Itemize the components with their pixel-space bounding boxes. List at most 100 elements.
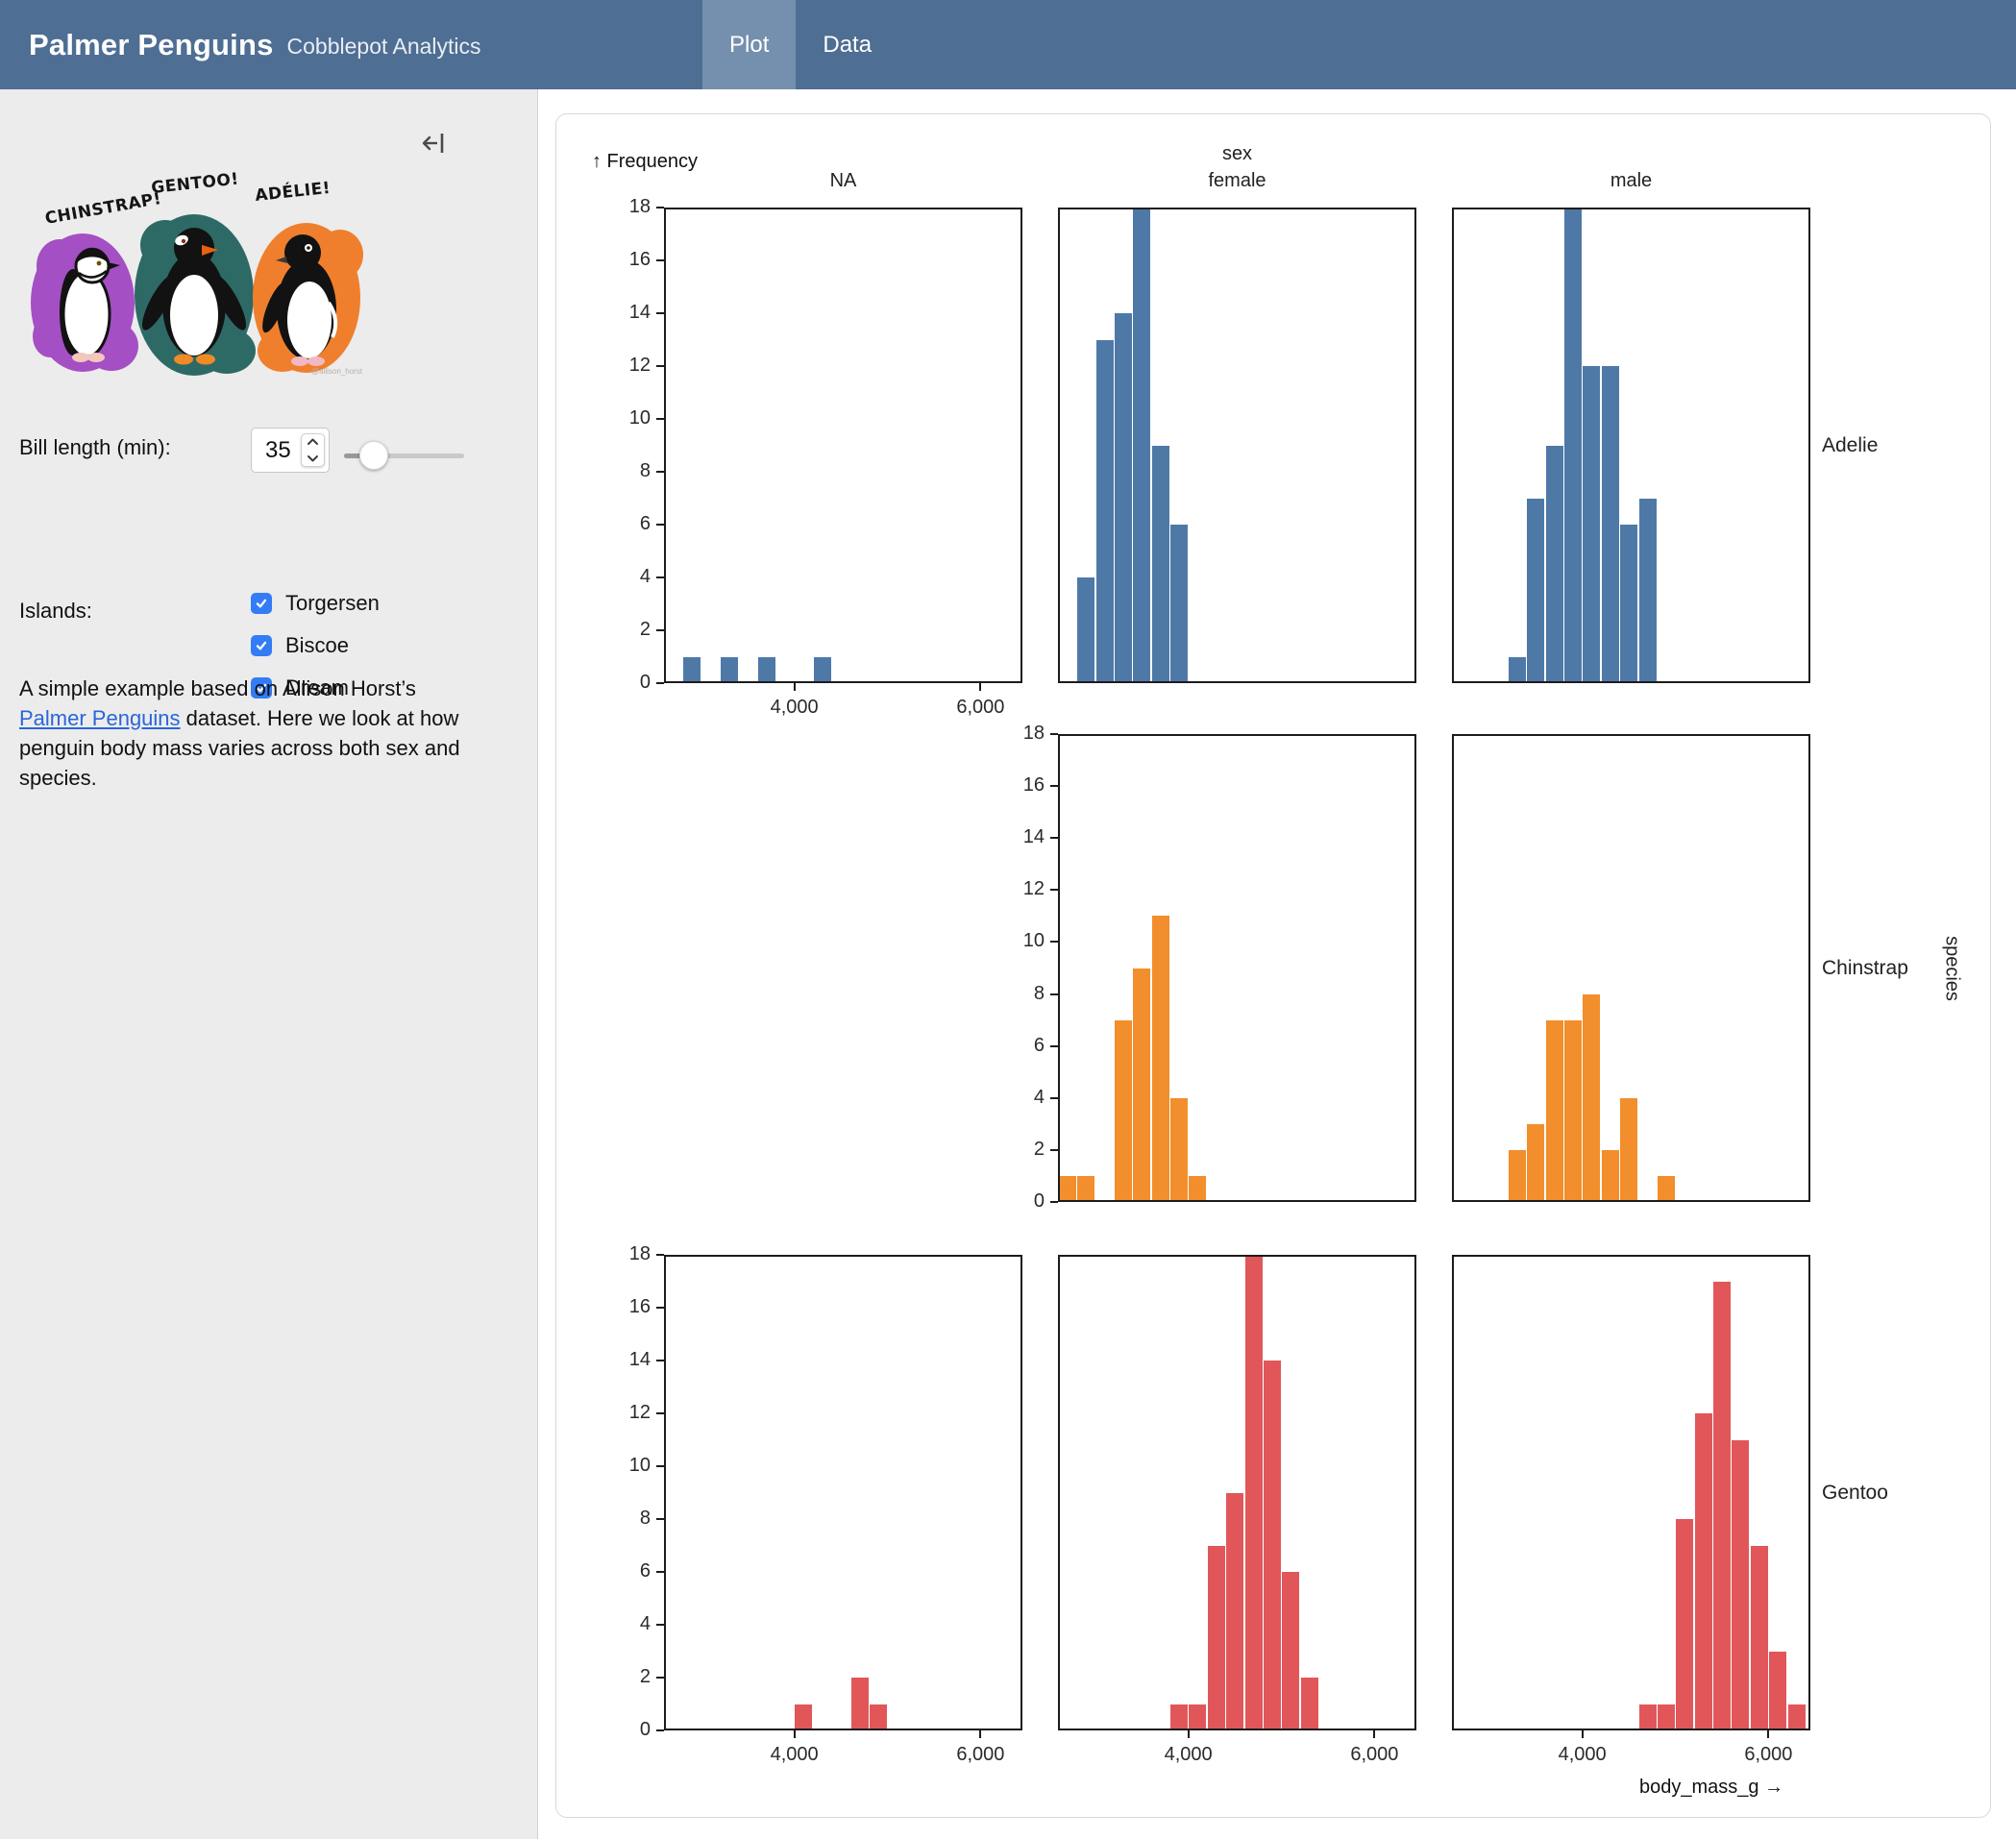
y-tick bbox=[656, 1677, 664, 1679]
island-checkbox-torgersen[interactable]: Torgersen bbox=[251, 589, 380, 618]
y-tick bbox=[1050, 733, 1058, 735]
y-tick bbox=[1050, 1201, 1058, 1203]
y-tick bbox=[1050, 1045, 1058, 1047]
x-tick bbox=[1767, 1730, 1769, 1738]
app-window: Palmer Penguins Cobblepot Analytics Plot… bbox=[0, 0, 2016, 1839]
checkbox-checked-icon[interactable] bbox=[251, 635, 272, 656]
y-tick bbox=[656, 1571, 664, 1573]
facet-frame-adelie-na bbox=[664, 208, 1022, 683]
y-tick-label: 12 bbox=[604, 355, 651, 377]
island-checkbox-label: Biscoe bbox=[285, 633, 349, 658]
col-header-NA: NA bbox=[830, 170, 857, 192]
y-tick bbox=[656, 1254, 664, 1256]
y-tick-label: 2 bbox=[604, 619, 651, 641]
facet-frame-chinstrap-female bbox=[1058, 734, 1416, 1202]
row-label-Adelie: Adelie bbox=[1822, 434, 1878, 457]
x-tick-label: 4,000 bbox=[737, 1744, 852, 1766]
checkbox-checked-icon[interactable] bbox=[251, 593, 272, 614]
sidebar: CHINSTRAP! GENTOO! ADÉLIE! @allison_hors… bbox=[0, 89, 538, 1839]
y-tick-label: 16 bbox=[998, 774, 1045, 797]
y-tick bbox=[656, 312, 664, 314]
artwork-credit: @allison_horst bbox=[311, 367, 363, 376]
x-tick-label: 6,000 bbox=[922, 697, 1038, 719]
y-tick-label: 0 bbox=[998, 1190, 1045, 1213]
y-tick bbox=[656, 1624, 664, 1626]
y-tick bbox=[656, 682, 664, 684]
y-tick-label: 8 bbox=[998, 983, 1045, 1005]
stepper-up-icon bbox=[302, 434, 324, 451]
y-tick-label: 6 bbox=[604, 513, 651, 535]
x-tick-label: 6,000 bbox=[1316, 1744, 1432, 1766]
x-tick bbox=[1582, 1730, 1584, 1738]
y-tick bbox=[1050, 993, 1058, 995]
x-tick-label: 4,000 bbox=[737, 697, 852, 719]
y-tick-label: 18 bbox=[604, 196, 651, 218]
y-tick bbox=[1050, 941, 1058, 943]
navbar-title-group: Palmer Penguins Cobblepot Analytics bbox=[29, 0, 481, 89]
y-tick bbox=[1050, 1097, 1058, 1099]
sidebar-collapse-icon[interactable] bbox=[420, 130, 447, 157]
label-adelie: ADÉLIE! bbox=[254, 177, 332, 206]
facet-frame-chinstrap-male bbox=[1452, 734, 1810, 1202]
x-tick-label: 6,000 bbox=[1710, 1744, 1826, 1766]
stepper-down-icon bbox=[302, 451, 324, 467]
y-tick-label: 14 bbox=[604, 302, 651, 324]
y-tick-label: 16 bbox=[604, 249, 651, 271]
description-text-pre: A simple example based on Allison Horst’… bbox=[19, 676, 416, 700]
label-chinstrap: CHINSTRAP! bbox=[43, 189, 162, 229]
y-tick bbox=[656, 1360, 664, 1361]
tab-data[interactable]: Data bbox=[796, 0, 898, 89]
bill-length-slider[interactable] bbox=[344, 441, 464, 470]
slider-thumb[interactable] bbox=[359, 441, 388, 470]
y-tick-label: 8 bbox=[604, 1508, 651, 1530]
y-tick bbox=[1050, 889, 1058, 891]
y-tick bbox=[656, 524, 664, 526]
y-tick bbox=[656, 1307, 664, 1309]
y-tick bbox=[1050, 1149, 1058, 1151]
y-tick-label: 18 bbox=[998, 723, 1045, 745]
y-tick bbox=[656, 207, 664, 208]
plot-card: ↑ FrequencysexNAfemalemaleAdelieChinstra… bbox=[555, 113, 1991, 1818]
x-axis-title: body_mass_g → bbox=[1639, 1777, 1783, 1799]
sidebar-description: A simple example based on Allison Horst’… bbox=[19, 674, 475, 793]
row-label-Chinstrap: Chinstrap bbox=[1822, 957, 1908, 980]
facet-frame-adelie-male bbox=[1452, 208, 1810, 683]
col-header-male: male bbox=[1610, 170, 1652, 192]
y-tick-label: 0 bbox=[604, 1719, 651, 1741]
y-tick bbox=[1050, 837, 1058, 839]
y-tick bbox=[656, 418, 664, 420]
y-tick bbox=[656, 365, 664, 367]
y-tick bbox=[656, 1729, 664, 1731]
x-tick bbox=[1373, 1730, 1375, 1738]
y-tick-label: 10 bbox=[998, 930, 1045, 952]
y-tick-label: 6 bbox=[998, 1035, 1045, 1057]
navbar: Palmer Penguins Cobblepot Analytics Plot… bbox=[0, 0, 2016, 89]
tab-plot[interactable]: Plot bbox=[702, 0, 796, 89]
y-tick-label: 2 bbox=[998, 1139, 1045, 1161]
y-tick-label: 4 bbox=[604, 1613, 651, 1635]
y-tick-label: 10 bbox=[604, 1455, 651, 1477]
col-axis-title: sex bbox=[1222, 143, 1252, 165]
x-tick bbox=[979, 1730, 981, 1738]
bill-length-stepper[interactable] bbox=[301, 433, 325, 467]
y-tick bbox=[1050, 785, 1058, 787]
y-tick-label: 12 bbox=[604, 1402, 651, 1424]
bill-length-label: Bill length (min): bbox=[19, 435, 171, 460]
y-tick-label: 18 bbox=[604, 1243, 651, 1265]
col-header-female: female bbox=[1208, 170, 1266, 192]
y-tick-label: 0 bbox=[604, 672, 651, 694]
label-gentoo: GENTOO! bbox=[150, 170, 239, 198]
facet-frame-gentoo-male bbox=[1452, 1255, 1810, 1730]
x-tick-label: 4,000 bbox=[1131, 1744, 1246, 1766]
y-tick-label: 14 bbox=[604, 1349, 651, 1371]
y-tick bbox=[656, 1465, 664, 1467]
x-tick-label: 4,000 bbox=[1525, 1744, 1640, 1766]
y-tick-label: 16 bbox=[604, 1296, 651, 1318]
island-checkbox-biscoe[interactable]: Biscoe bbox=[251, 631, 380, 660]
y-tick-label: 10 bbox=[604, 407, 651, 429]
x-tick bbox=[1188, 1730, 1190, 1738]
app-subtitle: Cobblepot Analytics bbox=[287, 34, 481, 60]
palmer-penguins-link[interactable]: Palmer Penguins bbox=[19, 706, 181, 730]
y-tick bbox=[656, 1518, 664, 1520]
y-tick-label: 14 bbox=[998, 826, 1045, 848]
